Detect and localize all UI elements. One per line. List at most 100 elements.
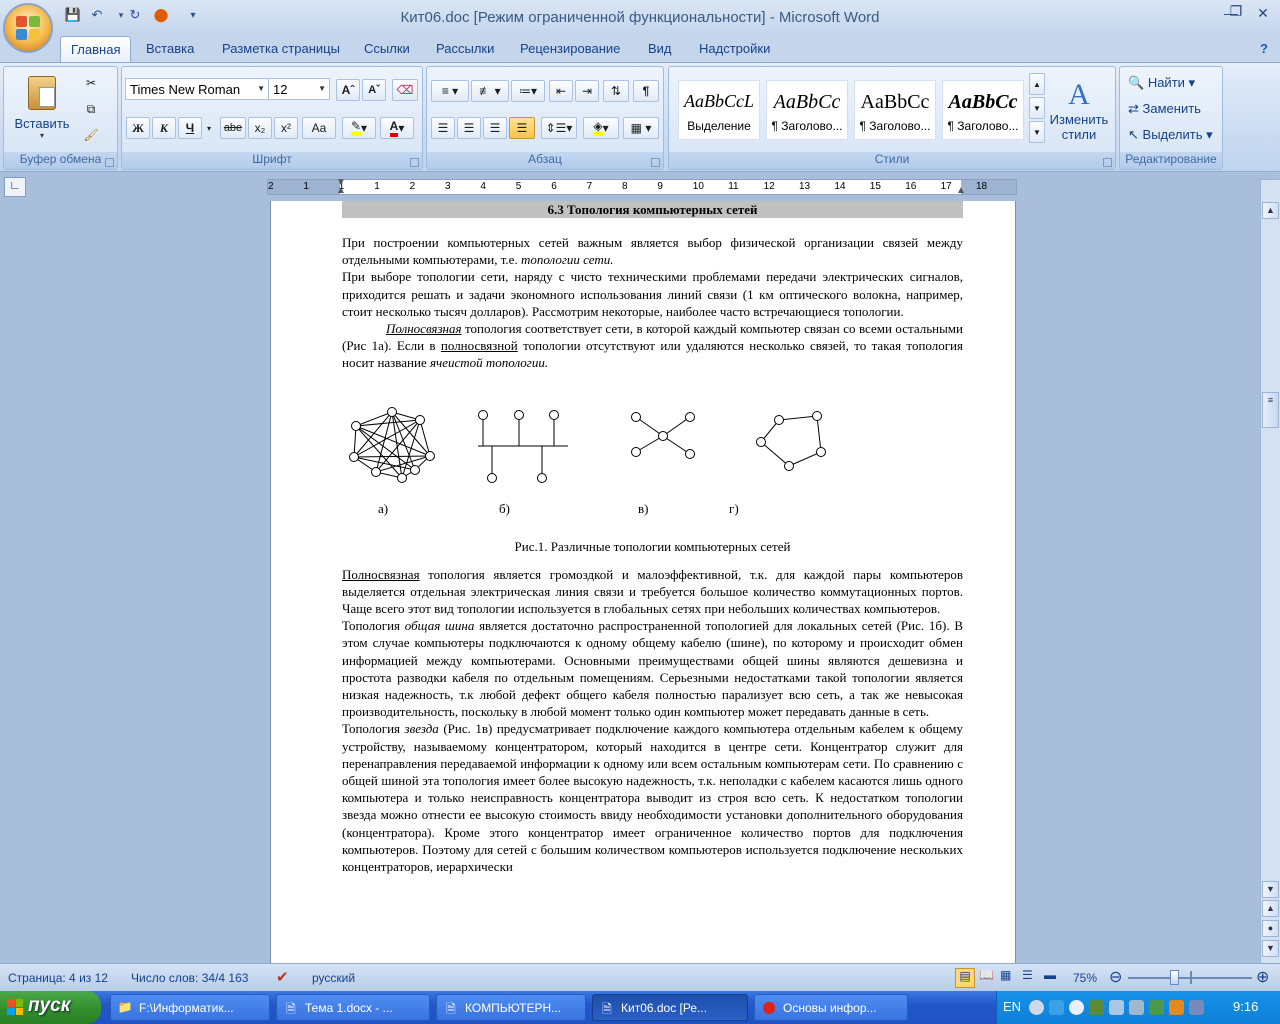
tray-usb-icon[interactable] bbox=[1189, 1000, 1204, 1015]
web-layout-icon[interactable]: ▦ bbox=[1000, 968, 1011, 982]
shading-icon[interactable]: ◈ ▾ bbox=[583, 117, 619, 139]
format-painter-icon[interactable]: 🖌 bbox=[80, 125, 102, 145]
spelling-check-icon[interactable]: ✔ bbox=[276, 968, 289, 986]
replace-button[interactable]: ⇄ Заменить bbox=[1128, 101, 1201, 117]
previous-page-icon[interactable]: ▲ bbox=[1262, 900, 1279, 917]
clear-format-icon[interactable]: ⌫ bbox=[392, 79, 418, 101]
decrease-indent-icon[interactable]: ⇤ bbox=[549, 80, 573, 102]
justify-icon[interactable]: ☰ bbox=[509, 117, 535, 139]
tray-update-icon[interactable] bbox=[1169, 1000, 1184, 1015]
cut-icon[interactable]: ✂ bbox=[80, 73, 102, 93]
copy-icon[interactable]: ⧉ bbox=[80, 99, 102, 119]
styles-scroll-up-icon[interactable]: ▲ bbox=[1029, 73, 1045, 95]
font-launcher-icon[interactable] bbox=[410, 158, 419, 167]
tray-app-icon[interactable] bbox=[1049, 1000, 1064, 1015]
styles-more-icon[interactable]: ▼ bbox=[1029, 121, 1045, 143]
tray-security-icon[interactable] bbox=[1149, 1000, 1164, 1015]
superscript-button[interactable]: x² bbox=[274, 117, 298, 139]
tab-page-layout[interactable]: Разметка страницы bbox=[222, 41, 340, 56]
tab-insert[interactable]: Вставка bbox=[146, 41, 194, 56]
document-page[interactable]: 6.3 Топология компьютерных сетей При пос… bbox=[270, 201, 1016, 963]
tab-review[interactable]: Рецензирование bbox=[520, 41, 620, 56]
align-right-icon[interactable]: ☰ bbox=[483, 117, 507, 139]
styles-launcher-icon[interactable] bbox=[1103, 158, 1112, 167]
change-styles-button[interactable]: A Изменить стили bbox=[1047, 71, 1111, 149]
zoom-out-icon[interactable]: ⊖ bbox=[1109, 967, 1122, 987]
grow-font-icon[interactable]: Aˆ bbox=[336, 79, 360, 101]
scroll-up-icon[interactable]: ▲ bbox=[1262, 202, 1279, 219]
vertical-scrollbar[interactable]: ▲ ≡ ▼ ▲ ● ▼ bbox=[1260, 180, 1280, 963]
paste-button[interactable]: Вставить ▾ bbox=[12, 71, 72, 145]
strikethrough-button[interactable]: abe bbox=[220, 117, 246, 139]
increase-indent-icon[interactable]: ⇥ bbox=[575, 80, 599, 102]
close-icon[interactable]: ✕ bbox=[1252, 5, 1274, 23]
tray-back-icon[interactable] bbox=[1029, 1000, 1044, 1015]
word-count[interactable]: Число слов: 34/4 163 bbox=[131, 971, 248, 985]
italic-button[interactable]: К bbox=[152, 117, 176, 139]
subscript-button[interactable]: x₂ bbox=[248, 117, 272, 139]
tab-selector-icon[interactable]: ∟ bbox=[4, 177, 26, 197]
tray-pen-icon[interactable] bbox=[1129, 1000, 1144, 1015]
task-kit06[interactable]: 🗎 Кит06.doc [Ре... bbox=[592, 994, 748, 1021]
task-opera[interactable]: ⬤ Основы инфор... bbox=[754, 994, 908, 1021]
tray-network-icon[interactable] bbox=[1089, 1000, 1104, 1015]
font-name-combo[interactable]: Times New Roman ▼ bbox=[125, 78, 269, 100]
right-indent-icon[interactable]: ▲ bbox=[956, 185, 966, 196]
sort-icon[interactable]: ⇅ bbox=[603, 80, 629, 102]
left-indent-icon[interactable]: ▲ bbox=[336, 185, 346, 196]
style-emphasis[interactable]: AaBbCcL Выделение bbox=[678, 80, 760, 140]
multilevel-list-icon[interactable]: ≔▾ bbox=[511, 80, 545, 102]
highlight-button[interactable]: ✎ ▾ bbox=[342, 117, 376, 139]
numbering-icon[interactable]: ≢ ▾ bbox=[471, 80, 509, 102]
bold-button[interactable]: Ж bbox=[126, 117, 150, 139]
office-button[interactable] bbox=[3, 3, 53, 53]
scroll-down-icon[interactable]: ▼ bbox=[1262, 881, 1279, 898]
full-screen-reading-icon[interactable]: 📖 bbox=[979, 968, 994, 982]
page-count[interactable]: Страница: 4 из 12 bbox=[8, 971, 108, 985]
font-color-button[interactable]: A ▾ bbox=[380, 117, 414, 139]
shrink-font-icon[interactable]: Aˇ bbox=[362, 79, 386, 101]
help-icon[interactable]: ? bbox=[1260, 41, 1268, 56]
borders-icon[interactable]: ▦ ▾ bbox=[623, 117, 659, 139]
font-size-combo[interactable]: 12 ▼ bbox=[268, 78, 330, 100]
underline-dropdown-icon[interactable]: ▾ bbox=[202, 117, 216, 139]
align-left-icon[interactable]: ☰ bbox=[431, 117, 455, 139]
underline-button[interactable]: Ч bbox=[178, 117, 202, 139]
tab-references[interactable]: Ссылки bbox=[364, 41, 410, 56]
tab-addins[interactable]: Надстройки bbox=[699, 41, 770, 56]
zoom-level[interactable]: 75% bbox=[1073, 971, 1097, 985]
select-button[interactable]: ↖ Выделить ▾ bbox=[1128, 127, 1213, 143]
next-page-icon[interactable]: ▼ bbox=[1262, 940, 1279, 957]
show-marks-icon[interactable]: ¶ bbox=[633, 80, 659, 102]
zoom-slider-thumb[interactable] bbox=[1170, 970, 1179, 985]
style-heading-1[interactable]: AaBbCc ¶ Заголово... bbox=[766, 80, 848, 140]
line-spacing-icon[interactable]: ⇕☰▾ bbox=[541, 117, 577, 139]
task-tema-docx[interactable]: 🗎 Тема 1.docx - ... bbox=[276, 994, 430, 1021]
outline-view-icon[interactable]: ☰ bbox=[1022, 968, 1033, 982]
tab-view[interactable]: Вид bbox=[648, 41, 672, 56]
bullets-icon[interactable]: ≡ ▾ bbox=[431, 80, 469, 102]
print-layout-icon[interactable]: ▤ bbox=[955, 968, 975, 988]
find-button[interactable]: 🔍 Найти ▾ bbox=[1128, 75, 1195, 91]
start-button[interactable]: пуск bbox=[0, 991, 101, 1024]
language-indicator[interactable]: EN bbox=[1003, 999, 1021, 1014]
scroll-thumb[interactable]: ≡ bbox=[1262, 392, 1279, 428]
styles-scroll-down-icon[interactable]: ▼ bbox=[1029, 97, 1045, 119]
align-center-icon[interactable]: ☰ bbox=[457, 117, 481, 139]
horizontal-ruler[interactable]: 2 1 1 1 2 3 4 5 6 7 8 9 10 11 12 13 14 15 16 17 18 ▼ ▲ ▲ bbox=[267, 177, 1017, 196]
tray-b-icon[interactable] bbox=[1069, 1000, 1084, 1015]
clipboard-launcher-icon[interactable] bbox=[105, 158, 114, 167]
change-case-button[interactable]: Aa bbox=[302, 117, 336, 139]
restore-icon[interactable]: ❐ bbox=[1225, 3, 1247, 21]
paragraph-launcher-icon[interactable] bbox=[651, 158, 660, 167]
language[interactable]: русский bbox=[312, 971, 355, 985]
task-kompyutern[interactable]: 🗎 КОМПЬЮТЕРН... bbox=[436, 994, 586, 1021]
tab-home[interactable]: Главная bbox=[60, 36, 132, 63]
style-heading-2[interactable]: AaBbCc ¶ Заголово... bbox=[854, 80, 936, 140]
volume-icon[interactable] bbox=[1109, 1000, 1124, 1015]
zoom-in-icon[interactable]: ⊕ bbox=[1256, 967, 1269, 987]
task-explorer[interactable]: 📁 F:\Информатик... bbox=[110, 994, 270, 1021]
style-heading-3[interactable]: AaBbCc ¶ Заголово... bbox=[942, 80, 1024, 140]
tab-mailings[interactable]: Рассылки bbox=[436, 41, 494, 56]
draft-view-icon[interactable]: ▬ bbox=[1044, 968, 1056, 982]
